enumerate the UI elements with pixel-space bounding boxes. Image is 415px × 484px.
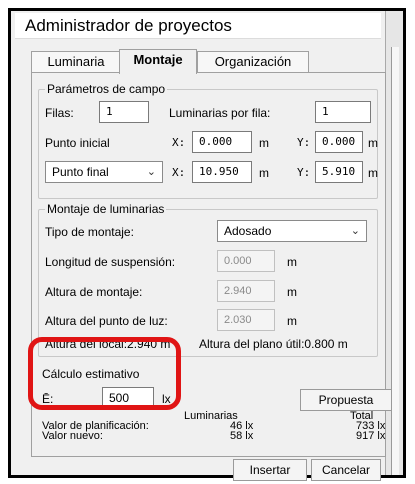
insertar-button[interactable]: Insertar [233,459,307,481]
cancelar-button[interactable]: Cancelar [311,459,381,481]
tab-montaje[interactable]: Montaje [119,49,197,74]
calculo-group: Cálculo estimativo Ē: 500 lx Propuesta L… [38,367,392,442]
longitud-label: Longitud de suspensión: [45,255,176,269]
montaje-panel: Parámetros de campo Filas: 1 Luminarias … [31,72,392,457]
pf-x-unit: m [259,166,269,180]
tab-organizacion[interactable]: Organización [197,51,309,73]
campo-group: Parámetros de campo Filas: 1 Luminarias … [38,82,378,199]
punto-final-value: Punto final [52,165,109,179]
altura-local-text: Altura del local:2.940 m [45,337,171,351]
tipo-montaje-label: Tipo de montaje: [45,225,134,239]
altura-plano-text: Altura del plano útil:0.800 m [199,337,348,351]
propuesta-button[interactable]: Propuesta [300,389,392,411]
tipo-montaje-select[interactable]: Adosado ⌄ [217,220,367,242]
row-nuevo-luminarias: 58 lx [230,430,254,442]
e-label: Ē: [42,392,54,406]
pf-y-label: Y: [297,166,311,179]
e-input[interactable]: 500 [102,387,154,409]
altura-montaje-input[interactable]: 2.940 [217,280,275,302]
longitud-unit: m [287,255,297,269]
pf-x-input[interactable]: 10.950 [192,161,252,183]
project-manager-window: Administrador de proyectos Luminaria Mon… [8,8,406,481]
e-unit: lx [162,392,171,406]
montaje-group-title: Montaje de luminarias [45,202,167,216]
side-scroll-track[interactable] [391,47,399,475]
pi-y-label: Y: [297,136,311,149]
pf-y-unit: m [368,166,378,180]
altura-montaje-unit: m [287,285,297,299]
chevron-down-icon: ⌄ [350,225,360,237]
row-nuevo-label: Valor nuevo: [42,430,103,442]
punto-inicial-label: Punto inicial [45,136,110,150]
calculo-title: Cálculo estimativo [42,367,140,381]
montaje-group: Montaje de luminarias Tipo de montaje: A… [38,202,378,357]
pi-y-input[interactable]: 0.000 [315,131,363,153]
tipo-montaje-value: Adosado [224,224,272,238]
campo-group-title: Parámetros de campo [45,82,168,96]
longitud-input[interactable]: 0.000 [217,250,275,272]
pf-x-label: X: [172,166,186,179]
punto-final-select[interactable]: Punto final ⌄ [45,161,163,183]
pi-x-label: X: [172,136,186,149]
filas-input[interactable]: 1 [99,101,149,123]
row-nuevo-total: 917 lx [356,430,386,442]
pf-y-input[interactable]: 5.910 [315,161,363,183]
altura-punto-label: Altura del punto de luz: [45,314,168,328]
tab-luminaria[interactable]: Luminaria [31,51,121,73]
pi-x-unit: m [259,136,269,150]
pi-x-input[interactable]: 0.000 [192,131,252,153]
altura-punto-input[interactable]: 2.030 [217,309,275,331]
window-title: Administrador de proyectos [15,13,381,39]
lum-por-fila-input[interactable]: 1 [315,101,371,123]
chevron-down-icon: ⌄ [146,166,156,178]
altura-punto-unit: m [287,314,297,328]
altura-montaje-label: Altura de montaje: [45,285,143,299]
lum-por-fila-label: Luminarias por fila: [169,106,271,120]
filas-label: Filas: [45,106,74,120]
pi-y-unit: m [368,136,378,150]
